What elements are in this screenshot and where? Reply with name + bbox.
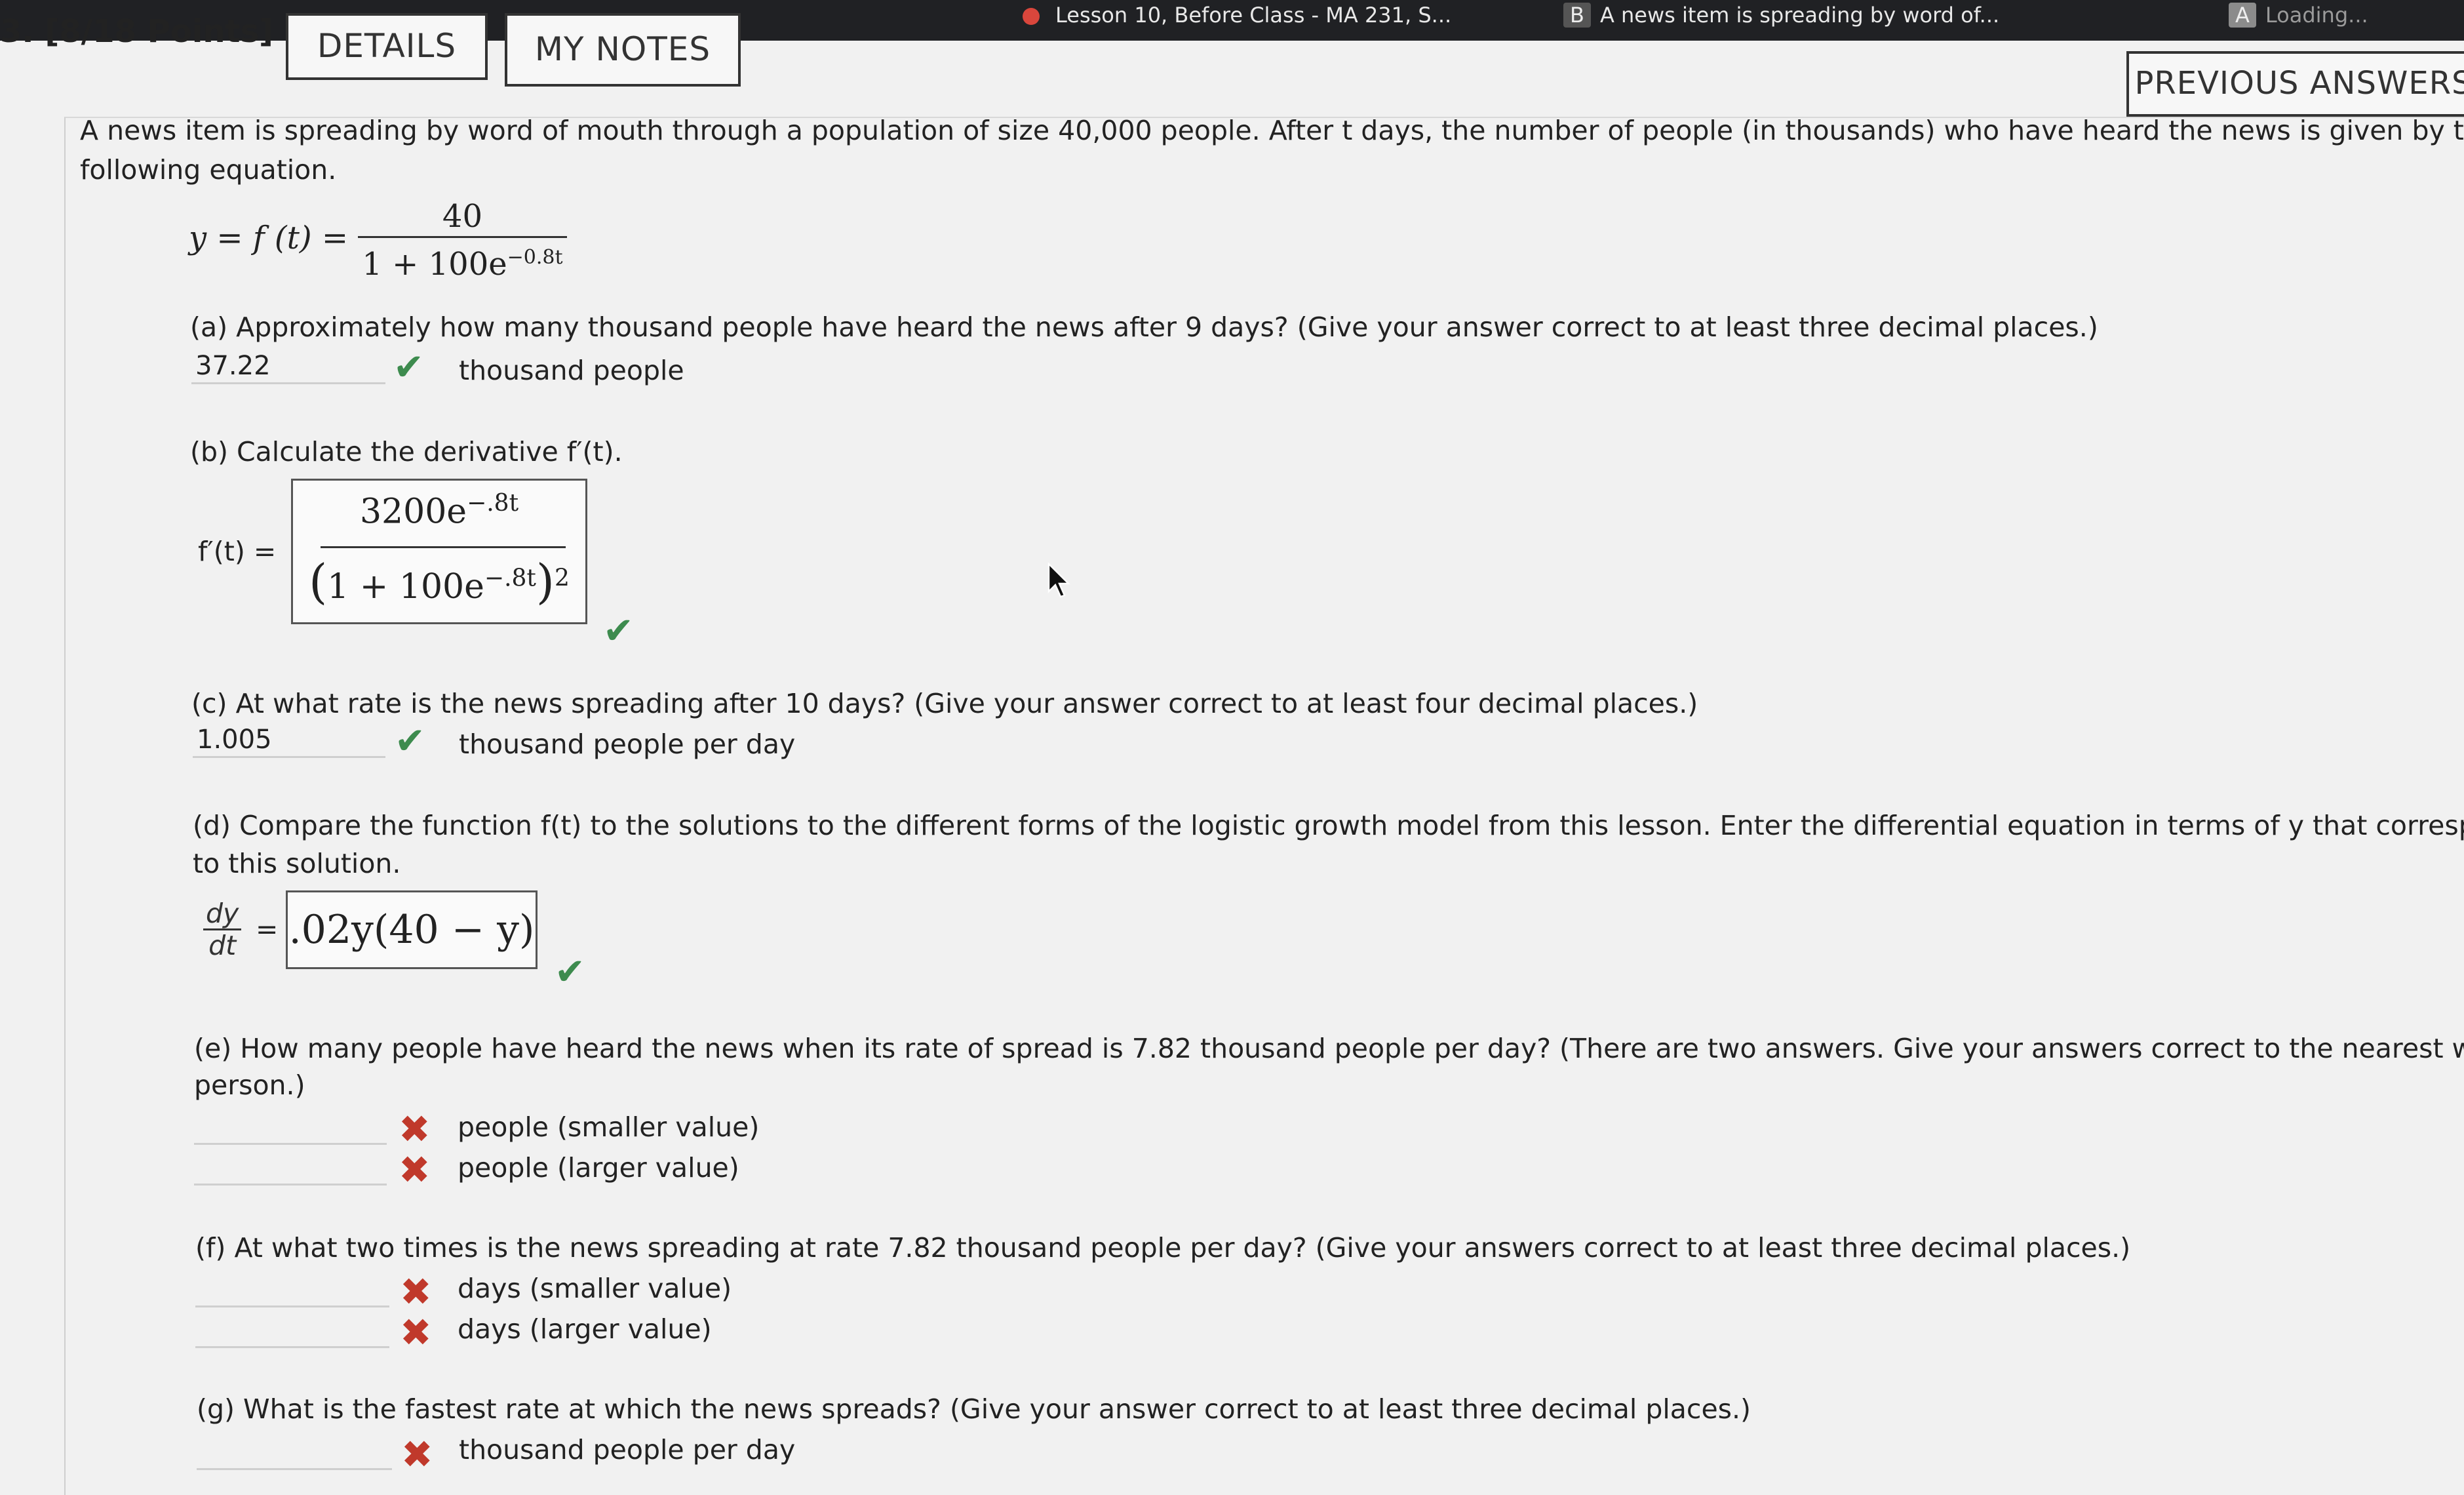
part-a-answer-field[interactable]: 37.22 bbox=[191, 348, 385, 384]
part-f-larger-field[interactable] bbox=[195, 1311, 389, 1348]
question-intro-line1: A news item is spreading by word of mout… bbox=[80, 115, 2464, 146]
part-b-answer-box[interactable]: 3200e−.8t (1 + 100e−.8t)2 bbox=[291, 479, 587, 624]
tab-badge: A bbox=[2229, 3, 2256, 28]
part-g-unit: thousand people per day bbox=[459, 1434, 796, 1465]
check-icon: ✔ bbox=[603, 610, 634, 652]
part-f-prompt: (f) At what two times is the news spread… bbox=[195, 1232, 2131, 1264]
check-icon: ✔ bbox=[395, 720, 425, 763]
browser-tab-news-item[interactable]: BA news item is spreading by word of... bbox=[1563, 3, 1999, 28]
part-d-prompt-line2: to this solution. bbox=[193, 848, 401, 879]
equals-sign: = bbox=[256, 913, 279, 945]
browser-tab-lesson[interactable]: Lesson 10, Before Class - MA 231, S... bbox=[1023, 3, 1451, 28]
part-g-prompt: (g) What is the fastest rate at which th… bbox=[197, 1393, 1751, 1425]
part-a-unit: thousand people bbox=[459, 355, 684, 386]
part-e-unit-small: people (smaller value) bbox=[458, 1111, 760, 1143]
check-icon: ✔ bbox=[393, 346, 424, 389]
tab-badge: B bbox=[1563, 3, 1591, 28]
canvas-logo-icon bbox=[1023, 8, 1040, 25]
part-g-answer-field[interactable] bbox=[197, 1433, 392, 1470]
mouse-cursor-icon bbox=[1047, 563, 1070, 598]
part-b-label: f′(t) = bbox=[198, 536, 277, 567]
cross-icon: ✖ bbox=[399, 1107, 431, 1151]
details-button[interactable]: DETAILS bbox=[286, 13, 488, 80]
part-d-answer-box[interactable]: .02y(40 − y) bbox=[286, 890, 538, 969]
part-e-prompt-line1: (e) How many people have heard the news … bbox=[194, 1033, 2464, 1064]
part-e-unit-large: people (larger value) bbox=[458, 1152, 739, 1184]
cross-icon: ✖ bbox=[399, 1147, 431, 1192]
part-b-prompt: (b) Calculate the derivative f′(t). bbox=[190, 436, 623, 468]
part-f-smaller-field[interactable] bbox=[195, 1271, 389, 1307]
points-label: 3. [8/18 Points] bbox=[0, 13, 273, 50]
part-c-prompt: (c) At what rate is the news spreading a… bbox=[191, 688, 1698, 719]
browser-tab-loading[interactable]: A Loading... bbox=[2229, 3, 2368, 28]
part-c-answer-field[interactable]: 1.005 bbox=[193, 721, 385, 758]
question-intro-line2: following equation. bbox=[80, 154, 337, 186]
check-icon: ✔ bbox=[555, 951, 585, 993]
main-equation: y = f (t) = 40 1 + 100e−0.8t bbox=[189, 197, 567, 284]
part-f-unit-small: days (smaller value) bbox=[458, 1273, 732, 1304]
dy-dt-fraction: dy dt bbox=[203, 898, 242, 961]
part-c-unit: thousand people per day bbox=[459, 728, 796, 760]
part-e-smaller-field[interactable] bbox=[194, 1108, 387, 1145]
part-d-prompt-line1: (d) Compare the function f(t) to the sol… bbox=[193, 810, 2464, 841]
cross-icon: ✖ bbox=[400, 1269, 432, 1314]
cross-icon: ✖ bbox=[400, 1310, 432, 1355]
part-a-prompt: (a) Approximately how many thousand peop… bbox=[190, 311, 2098, 343]
cross-icon: ✖ bbox=[401, 1432, 433, 1477]
part-f-unit-large: days (larger value) bbox=[458, 1313, 712, 1345]
part-e-larger-field[interactable] bbox=[194, 1149, 387, 1186]
previous-answers-button[interactable]: PREVIOUS ANSWERS bbox=[2126, 51, 2464, 117]
fraction-bar bbox=[321, 546, 566, 548]
my-notes-button[interactable]: MY NOTES bbox=[505, 13, 741, 87]
part-e-prompt-line2: person.) bbox=[194, 1069, 305, 1101]
